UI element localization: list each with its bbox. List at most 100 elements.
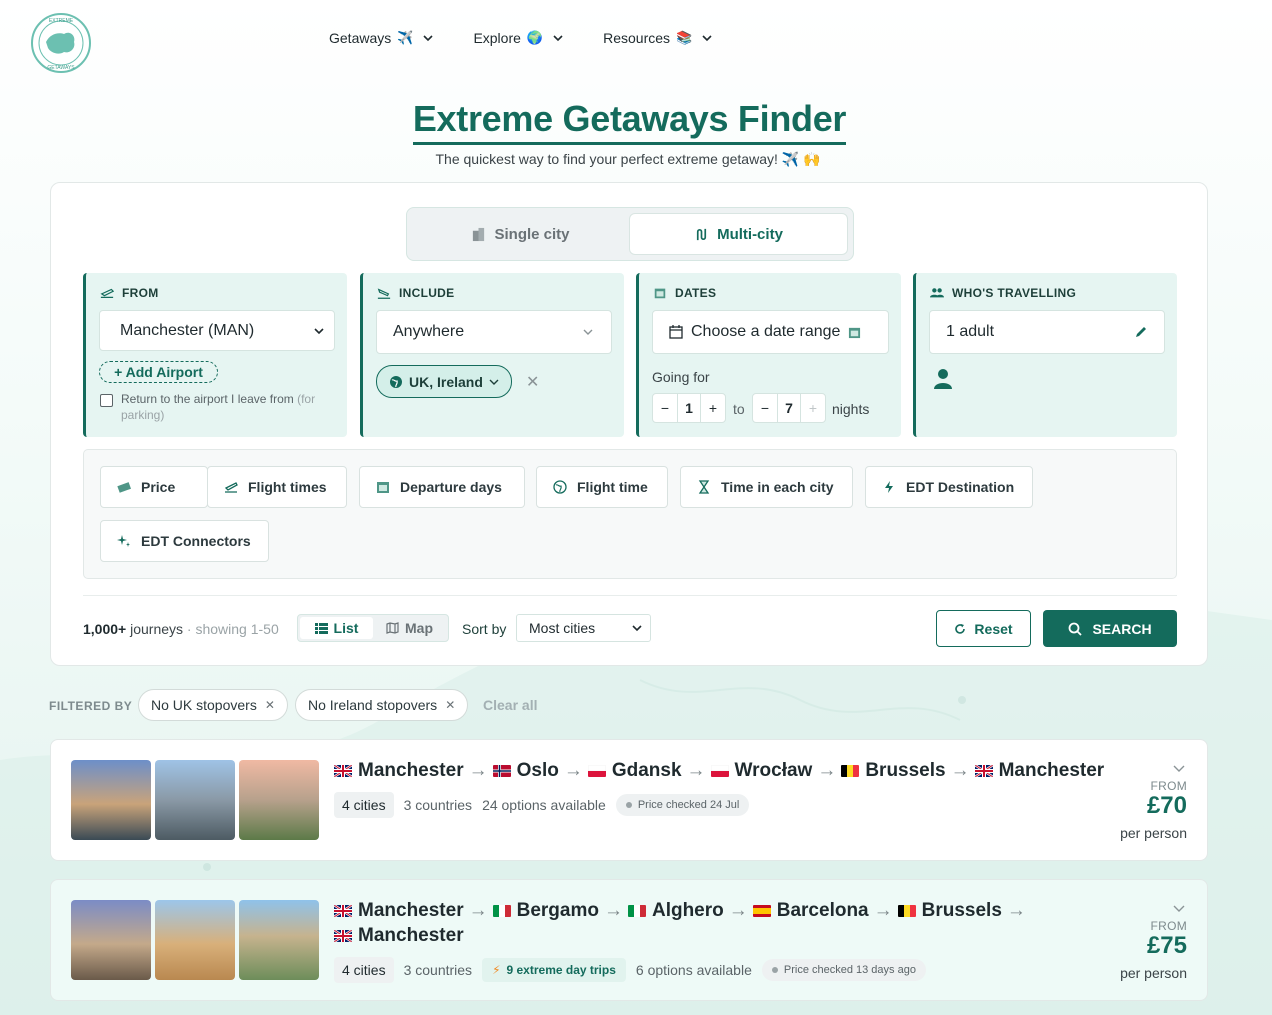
travellers-panel: WHO'S TRAVELLING 1 adult [913, 273, 1177, 437]
main-nav: Getaways ✈️ Explore 🌍 Resources 📚 [329, 30, 752, 46]
route-stop: Gdansk [587, 760, 682, 781]
travellers-label: WHO'S TRAVELLING [930, 286, 1076, 300]
region-pill[interactable]: UK, Ireland [376, 365, 512, 398]
cities-badge: 4 cities [334, 957, 394, 983]
min-nights-stepper: − 1 + [652, 393, 726, 423]
add-airport-button[interactable]: + Add Airport [99, 361, 218, 383]
search-label: SEARCH [1092, 620, 1152, 637]
price-checked-badge: Price checked 24 Jul [615, 794, 750, 816]
search-button[interactable]: SEARCH [1043, 610, 1177, 647]
destination-photo [155, 900, 235, 980]
clear-region-icon[interactable]: ✕ [526, 372, 539, 392]
filter-departure-days-button[interactable]: Departure days [359, 466, 525, 508]
nav-label: Getaways [329, 30, 392, 46]
brand-logo[interactable]: EXTREME GETAWAYS [30, 12, 92, 74]
nav-item-getaways[interactable]: Getaways ✈️ [329, 30, 434, 46]
arrow-right-icon: → [563, 760, 583, 781]
per-person-label: per person [1120, 965, 1187, 981]
price-checked-badge: Price checked 13 days ago [761, 959, 926, 981]
chevron-down-icon[interactable] [1173, 902, 1185, 914]
filter-flight-time-button[interactable]: Flight time [536, 466, 668, 508]
max-decrement-button[interactable]: − [753, 394, 777, 422]
max-increment-button[interactable]: + [801, 394, 825, 422]
filter-flight-times-button[interactable]: Flight times [207, 466, 347, 508]
search-card: Single city Multi-city FROM Manchester (… [50, 182, 1208, 666]
journey-count: 1,000+ journeys · showing 1-50 [83, 621, 279, 637]
list-icon [314, 622, 328, 634]
arrow-right-icon: → [603, 900, 623, 921]
return-text: Return to the airport I leave from (for … [121, 391, 336, 423]
result-card[interactable]: Manchester → Bergamo → Alghero → Barcelona → Bru… [50, 879, 1208, 1001]
chevron-down-icon [632, 625, 642, 632]
filter-chip[interactable]: No Ireland stopovers ✕ [295, 689, 469, 721]
arrow-right-icon: → [686, 760, 706, 781]
journey-count-value: 1,000+ [83, 621, 127, 637]
arrow-right-icon: → [950, 760, 970, 781]
date-range-input[interactable]: Choose a date range [652, 310, 889, 354]
return-label: Return to the airport I leave from [121, 392, 294, 406]
calendar-icon [377, 482, 389, 493]
filter-price-button[interactable]: Price [100, 466, 208, 508]
map-icon [386, 622, 399, 634]
building-icon [473, 227, 485, 241]
filter-chip[interactable]: No UK stopovers ✕ [138, 689, 288, 721]
flag-it-icon [627, 905, 646, 917]
single-city-label: Single city [494, 225, 570, 243]
arrow-right-icon: → [728, 900, 748, 921]
sort-value: Most cities [529, 620, 596, 636]
single-city-tab[interactable]: Single city [412, 213, 629, 255]
sort-select[interactable]: Most cities [516, 614, 651, 642]
options-label: 6 options available [635, 962, 752, 978]
route-stop: Barcelona [752, 900, 869, 921]
include-select[interactable]: Anywhere [376, 310, 612, 354]
chevron-down-icon[interactable] [1173, 762, 1185, 774]
arrow-right-icon: → [468, 900, 488, 921]
flag-gb-icon [974, 765, 993, 777]
chevron-down-icon [489, 379, 499, 385]
flag-gb-icon [334, 765, 352, 777]
flag-gb-icon [334, 930, 352, 942]
remove-chip-icon[interactable]: ✕ [445, 698, 455, 712]
max-nights-stepper: − 7 + [752, 393, 826, 423]
clear-all-link[interactable]: Clear all [483, 697, 537, 713]
route-stop: Bergamo [492, 900, 599, 921]
list-view-button[interactable]: List [300, 617, 373, 639]
route-stop: Manchester [974, 760, 1104, 781]
route-stop: Oslo [492, 760, 559, 781]
reset-button[interactable]: Reset [936, 610, 1031, 647]
from-select[interactable]: Manchester (MAN) [99, 310, 335, 351]
day-trips-badge: ⚡ 9 extreme day trips [482, 958, 626, 982]
mode-toggle: Single city Multi-city [406, 207, 854, 261]
reset-label: Reset [974, 620, 1013, 637]
countries-label: 3 countries [403, 962, 473, 978]
min-decrement-button[interactable]: − [653, 394, 677, 422]
route: Manchester → Bergamo → Alghero → Barcelona → Bru… [334, 898, 1034, 948]
remove-chip-icon[interactable]: ✕ [265, 698, 275, 712]
result-meta: 4 cities 3 countries ⚡ 9 extreme day trip… [334, 957, 926, 983]
multi-city-tab[interactable]: Multi-city [629, 213, 848, 255]
view-toggle: List Map [297, 614, 449, 642]
list-label: List [333, 620, 359, 636]
filter-time-in-each-city-button[interactable]: Time in each city [680, 466, 853, 508]
return-checkbox[interactable] [100, 394, 113, 407]
route-stop: Brussels [897, 900, 1002, 921]
result-card[interactable]: Manchester → Oslo → Gdansk → Wrocław → Brussels →… [50, 739, 1208, 861]
flag-be-icon [841, 765, 860, 777]
filter-edt-connectors-button[interactable]: EDT Connectors [100, 520, 269, 562]
cities-badge: 4 cities [334, 792, 394, 818]
travellers-input[interactable]: 1 adult [929, 310, 1165, 354]
nav-item-explore[interactable]: Explore 🌍 [473, 30, 563, 46]
filter-edt-destination-button[interactable]: EDT Destination [865, 466, 1033, 508]
route: Manchester → Oslo → Gdansk → Wrocław → Brussels →… [334, 758, 1134, 783]
nav-item-resources[interactable]: Resources 📚 [603, 30, 712, 46]
min-increment-button[interactable]: + [701, 394, 725, 422]
flag-es-icon [752, 905, 771, 917]
flag-it-icon [492, 905, 511, 917]
logo-text-bottom: GETAWAYS [47, 65, 75, 71]
refresh-icon [955, 623, 966, 634]
min-nights-value: 1 [677, 394, 701, 422]
from-panel: FROM Manchester (MAN) + Add Airport Retu… [83, 273, 347, 437]
map-view-button[interactable]: Map [373, 617, 446, 639]
route-stop: Wrocław [710, 760, 812, 781]
from-value: Manchester (MAN) [120, 321, 255, 339]
